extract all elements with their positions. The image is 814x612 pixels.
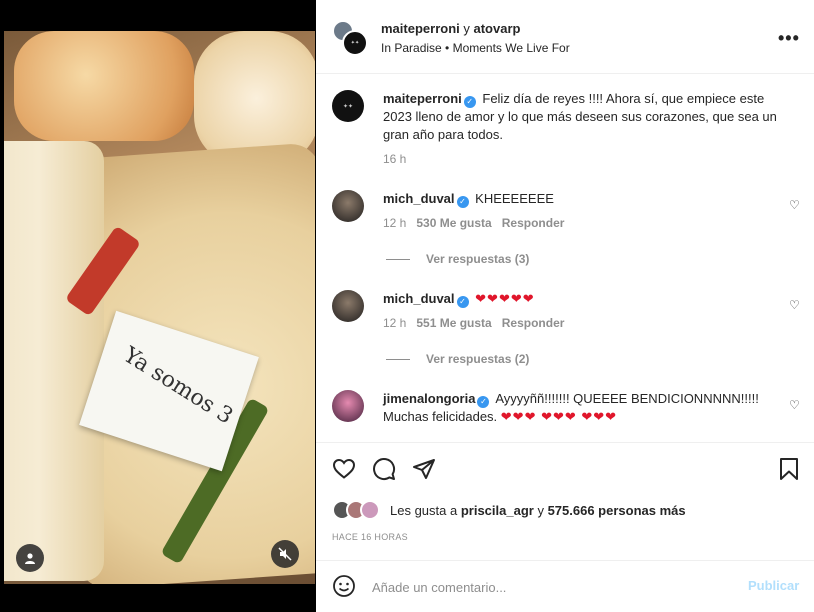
liker-username[interactable]: priscila_agr (461, 503, 534, 518)
comment-time[interactable]: 12 h (383, 216, 406, 230)
author-joiner: y (459, 21, 474, 36)
comment-username[interactable]: jimenalongoria (383, 391, 475, 406)
comment-input[interactable] (372, 575, 732, 599)
comment-text: mich_duval ✓ KHEEEEEEE (383, 190, 783, 208)
verified-badge-icon: ✓ (463, 96, 476, 108)
avatar[interactable] (332, 290, 364, 322)
like-comment-heart-icon[interactable]: ♡ (789, 398, 800, 412)
comment-hearts: ❤❤❤ ❤❤❤ ❤❤❤ (500, 409, 618, 424)
comment-username[interactable]: mich_duval (383, 291, 455, 306)
tagged-users-button[interactable] (16, 544, 44, 572)
comment-meta: 12 h 530 Me gusta Responder (383, 216, 564, 230)
save-bookmark-icon[interactable] (778, 457, 800, 481)
collab-avatars[interactable]: ✦✦ (332, 20, 368, 56)
reply-button[interactable]: Responder (502, 316, 565, 330)
user-icon (25, 553, 35, 564)
comment-body: KHEEEEEEE (475, 191, 554, 206)
like-comment-heart-icon[interactable]: ♡ (789, 298, 800, 312)
avatar[interactable] (332, 190, 364, 222)
likes-count-link[interactable]: 575.666 personas más (548, 503, 686, 518)
like-heart-icon[interactable] (332, 457, 356, 481)
post-location[interactable]: In Paradise • Moments We Live For (381, 41, 570, 55)
publish-button[interactable]: Publicar (748, 578, 799, 593)
emoji-icon[interactable] (332, 574, 356, 598)
post-details-panel: ✦✦ maiteperroni y atovarp In Paradise • … (316, 0, 814, 612)
bread-piece (14, 31, 194, 141)
like-comment-heart-icon[interactable]: ♡ (789, 198, 800, 212)
likes-summary: Les gusta a priscila_agr y 575.666 perso… (390, 503, 686, 518)
likes-joiner: y (533, 503, 548, 518)
post-actions: Les gusta a priscila_agr y 575.666 perso… (316, 442, 814, 560)
author-link[interactable]: maiteperroni (381, 21, 460, 36)
tag-text: Ya somos 3 (118, 342, 238, 430)
comment-bubble-icon[interactable] (372, 457, 396, 481)
avatar[interactable] (332, 390, 364, 422)
comment-likes[interactable]: 530 Me gusta (416, 216, 491, 230)
avatar[interactable]: ✦✦ (332, 90, 364, 122)
view-replies-button[interactable]: Ver respuestas (3) (386, 252, 529, 266)
share-send-icon[interactable] (412, 457, 436, 481)
comment-likes[interactable]: 551 Me gusta (416, 316, 491, 330)
view-replies-button[interactable]: Ver respuestas (2) (386, 352, 529, 366)
post-authors: maiteperroni y atovarp (381, 21, 520, 36)
reply-button[interactable]: Responder (502, 216, 565, 230)
post-header: ✦✦ maiteperroni y atovarp In Paradise • … (316, 0, 814, 74)
verified-badge-icon: ✓ (477, 396, 490, 408)
bread-piece (4, 141, 104, 581)
comment-body: ❤❤❤❤❤ (475, 291, 535, 306)
more-options-button[interactable]: ••• (778, 28, 800, 49)
add-comment-bar: Publicar (316, 560, 814, 612)
mute-toggle-button[interactable] (271, 540, 299, 568)
avatar: ✦✦ (342, 30, 368, 56)
comment-meta: 12 h 551 Me gusta Responder (383, 316, 564, 330)
verified-badge-icon: ✓ (456, 296, 469, 308)
comment-username[interactable]: maiteperroni (383, 91, 462, 106)
comment-text: mich_duval ✓ ❤❤❤❤❤ (383, 290, 783, 308)
liker-avatars[interactable] (332, 500, 386, 520)
post-image[interactable]: Ya somos 3 (4, 31, 315, 584)
comment-text: jimenalongoria ✓ Ayyyyññ!!!!!!! QUEEEE BE… (383, 390, 783, 426)
comment-time[interactable]: 12 h (383, 316, 406, 330)
comment-username[interactable]: mich_duval (383, 191, 455, 206)
caption-text: maiteperroni ✓ Feliz día de reyes !!!! Ah… (383, 90, 783, 144)
author-link[interactable]: atovarp (473, 21, 520, 36)
likes-prefix: Les gusta a (390, 503, 461, 518)
comment-time[interactable]: 16 h (383, 152, 406, 166)
verified-badge-icon: ✓ (456, 196, 469, 208)
comments-list[interactable]: ✦✦ maiteperroni ✓ Feliz día de reyes !!!!… (316, 74, 814, 442)
avatar (360, 500, 380, 520)
muted-speaker-icon (278, 547, 292, 561)
instagram-post-window: Ya somos 3 ✦✦ maiteperroni y atovarp In … (0, 0, 814, 612)
post-media[interactable]: Ya somos 3 (0, 0, 316, 612)
post-timestamp[interactable]: HACE 16 HORAS (332, 532, 408, 542)
